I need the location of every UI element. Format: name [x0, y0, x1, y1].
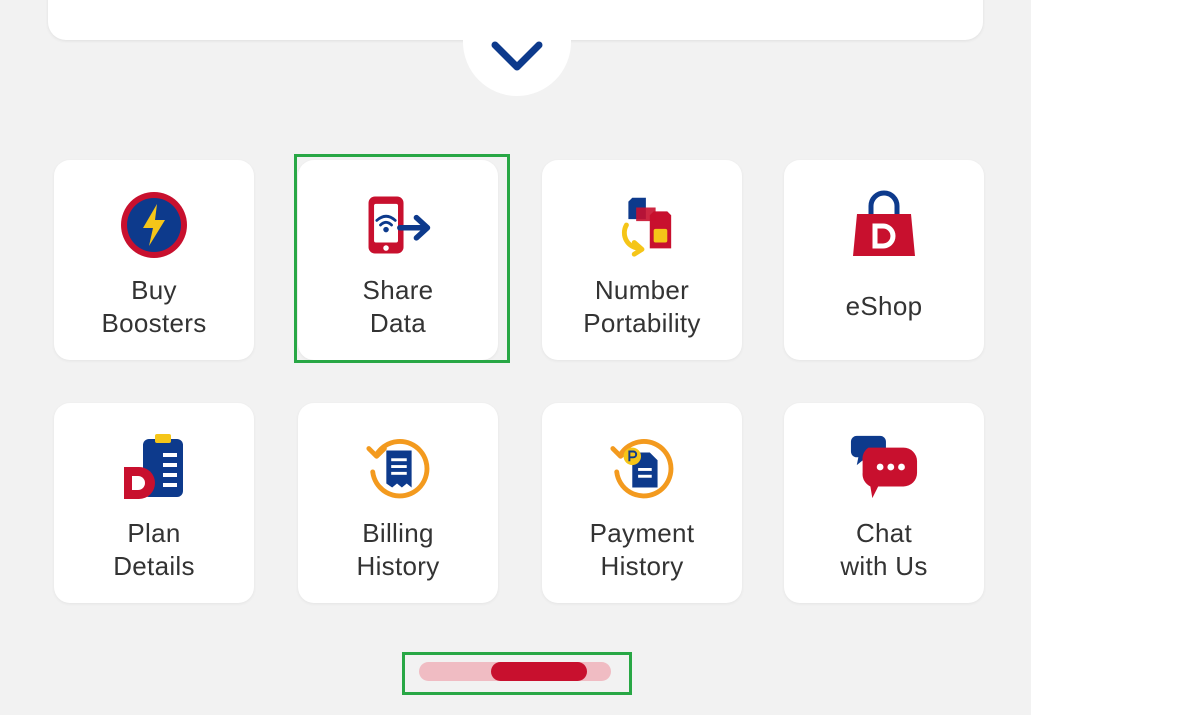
- tile-label: Billing History: [356, 518, 440, 581]
- expand-button[interactable]: [463, 0, 571, 96]
- tile-label: eShop: [845, 291, 923, 321]
- tile-buy-boosters[interactable]: Buy Boosters: [54, 160, 254, 360]
- tile-label: Number Portability: [583, 275, 701, 338]
- tile-label: Chat with Us: [840, 518, 928, 581]
- chevron-down-icon: [491, 41, 543, 71]
- plan-clipboard-icon: [119, 433, 189, 503]
- booster-lightning-icon: [119, 190, 189, 260]
- tile-payment-history[interactable]: Payment History: [542, 403, 742, 603]
- page-indicator-active: [491, 662, 587, 681]
- tile-plan-details[interactable]: Plan Details: [54, 403, 254, 603]
- chat-bubbles-icon: [849, 433, 919, 503]
- billing-history-icon: [363, 433, 433, 503]
- tile-chat-with-us[interactable]: Chat with Us: [784, 403, 984, 603]
- sim-swap-icon: [607, 190, 677, 260]
- tile-number-portability[interactable]: Number Portability: [542, 160, 742, 360]
- tile-label: Buy Boosters: [101, 275, 207, 338]
- page-indicator[interactable]: [419, 662, 611, 681]
- tile-label: Share Data: [362, 275, 434, 338]
- payment-history-icon: [607, 433, 677, 503]
- tile-billing-history[interactable]: Billing History: [298, 403, 498, 603]
- tile-label: Plan Details: [113, 518, 195, 581]
- tile-label: Payment History: [589, 518, 695, 581]
- shopping-bag-icon: [849, 190, 919, 260]
- tile-share-data[interactable]: Share Data: [298, 160, 498, 360]
- tile-eshop[interactable]: eShop: [784, 160, 984, 360]
- share-data-phone-icon: [363, 190, 433, 260]
- app-screen: Buy Boosters Share Data Number Portabili…: [0, 0, 1031, 715]
